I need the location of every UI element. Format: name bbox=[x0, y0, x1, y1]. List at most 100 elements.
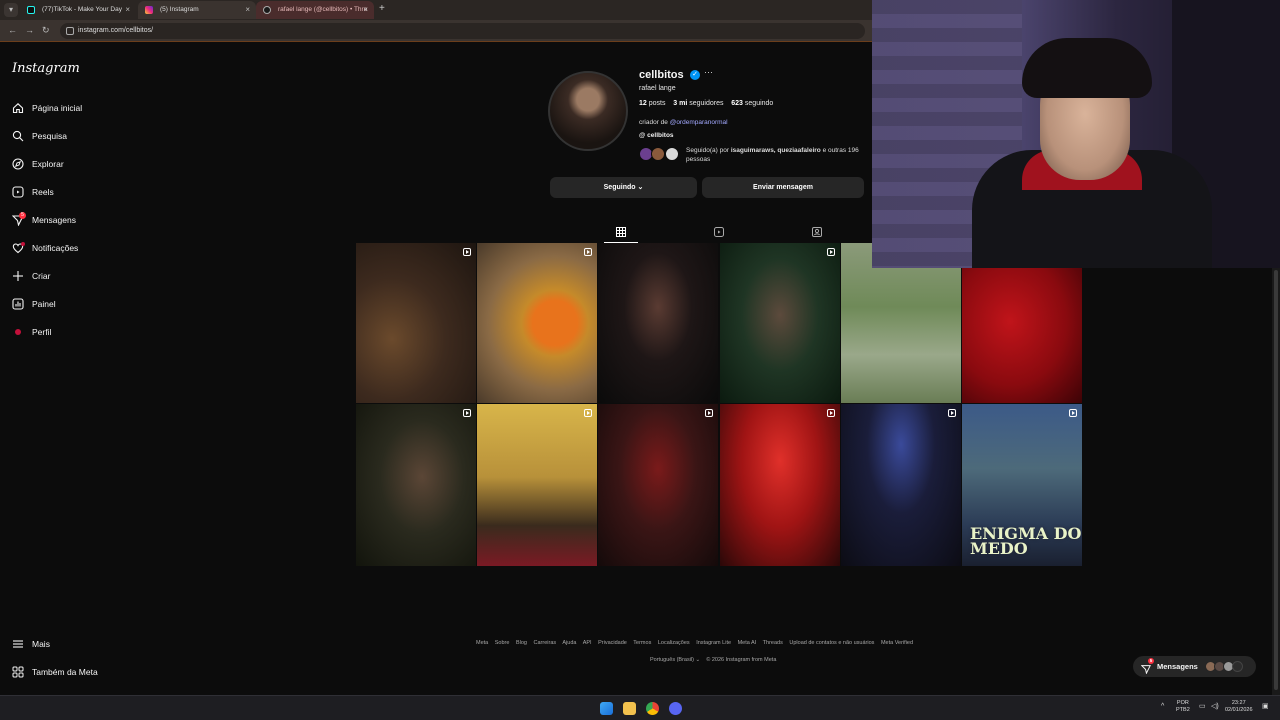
sidebar-item-create[interactable]: Criar bbox=[10, 267, 140, 285]
footer-link[interactable]: Meta bbox=[476, 640, 488, 646]
chevron-down-icon: ⌄ bbox=[637, 184, 644, 191]
footer-link[interactable]: Meta AI bbox=[738, 640, 757, 646]
page-scrollbar[interactable] bbox=[1272, 268, 1280, 695]
bio-mention-link[interactable]: @ordemparanormal bbox=[670, 119, 728, 126]
site-info-icon[interactable] bbox=[66, 27, 74, 35]
sidebar-item-also-from-meta[interactable]: Também da Meta bbox=[10, 663, 140, 681]
following-button[interactable]: Seguindo ⌄ bbox=[550, 177, 697, 198]
reel-indicator-icon bbox=[827, 248, 835, 256]
close-icon[interactable]: × bbox=[125, 1, 130, 19]
reel-indicator-icon bbox=[948, 409, 956, 417]
notification-dot bbox=[21, 242, 25, 246]
sidebar-item-search[interactable]: Pesquisa bbox=[10, 127, 140, 145]
sidebar-item-profile[interactable]: Perfil bbox=[10, 323, 140, 341]
footer-link[interactable]: Ajuda bbox=[562, 640, 576, 646]
tab-instagram[interactable]: (5) Instagram × bbox=[138, 1, 256, 19]
post-thumbnail[interactable] bbox=[720, 243, 840, 403]
footer-link[interactable]: Localizações bbox=[658, 640, 690, 646]
input-language[interactable]: POR PTB2 bbox=[1176, 700, 1190, 714]
footer-link[interactable]: Blog bbox=[516, 640, 527, 646]
footer-link[interactable]: Carreiras bbox=[534, 640, 557, 646]
footer-link[interactable]: Termos bbox=[633, 640, 651, 646]
footer-link[interactable]: Threads bbox=[763, 640, 783, 646]
tab-threads[interactable]: rafael lange (@cellbitos) • Thre × bbox=[256, 1, 374, 19]
recent-contacts-avatars bbox=[1205, 661, 1250, 672]
url-text: instagram.com/cellbitos/ bbox=[78, 27, 154, 34]
reel-indicator-icon bbox=[827, 409, 835, 417]
discord-icon[interactable] bbox=[669, 702, 682, 715]
footer-link[interactable]: Instagram Lite bbox=[696, 640, 731, 646]
post-thumbnail[interactable] bbox=[962, 267, 1082, 403]
sidebar-item-notifications[interactable]: Notificações bbox=[10, 239, 140, 257]
sidebar-item-more[interactable]: Mais bbox=[10, 635, 140, 653]
avatar bbox=[665, 147, 679, 161]
sidebar-item-messages[interactable]: 5 Mensagens bbox=[10, 211, 140, 229]
scrollbar-thumb[interactable] bbox=[1274, 270, 1278, 690]
post-thumbnail[interactable] bbox=[477, 243, 597, 403]
threads-favicon-icon bbox=[263, 6, 271, 14]
forward-arrow-icon[interactable]: → bbox=[25, 25, 34, 35]
footer-link[interactable]: Sobre bbox=[495, 640, 510, 646]
post-thumbnail[interactable] bbox=[356, 243, 476, 403]
windows-start-icon[interactable] bbox=[600, 702, 613, 715]
tab-reels[interactable] bbox=[714, 224, 728, 238]
close-icon[interactable]: × bbox=[363, 1, 368, 19]
footer-link[interactable]: Meta Verified bbox=[881, 640, 913, 646]
volume-icon[interactable]: ◁) bbox=[1211, 703, 1219, 710]
network-icon[interactable]: ▭ bbox=[1199, 703, 1206, 710]
tab-search-button[interactable]: ▾ bbox=[4, 3, 18, 17]
reel-indicator-icon bbox=[705, 409, 713, 417]
sidebar-item-dashboard[interactable]: Painel bbox=[10, 295, 140, 313]
more-options-icon[interactable]: ··· bbox=[704, 67, 713, 77]
profile-avatar[interactable] bbox=[548, 71, 628, 151]
messages-floating-button[interactable]: 5 Mensagens bbox=[1133, 656, 1256, 677]
new-tab-button[interactable]: + bbox=[379, 3, 385, 14]
sidebar: Instagram Página inicial Pesquisa Explor… bbox=[0, 43, 150, 695]
posts-grid: ENIGMA DO MEDO bbox=[356, 243, 1083, 566]
post-thumbnail[interactable] bbox=[720, 404, 840, 566]
language-select[interactable]: Português (Brasil) ⌄ bbox=[650, 657, 700, 663]
tab-posts-grid[interactable] bbox=[604, 224, 638, 243]
post-thumbnail[interactable] bbox=[356, 404, 476, 566]
clock[interactable]: 23:27 02/01/2026 bbox=[1225, 700, 1253, 714]
profile-username: cellbitos bbox=[639, 69, 684, 81]
footer-link[interactable]: Upload de contatos e não usuários bbox=[789, 640, 874, 646]
instagram-logo[interactable]: Instagram bbox=[12, 61, 80, 76]
post-thumbnail[interactable] bbox=[477, 404, 597, 566]
post-thumbnail[interactable] bbox=[841, 404, 961, 566]
home-icon bbox=[12, 102, 24, 114]
sidebar-item-explore[interactable]: Explorar bbox=[10, 155, 140, 173]
followed-by-text: Seguido(a) por isaguimaraws, queziaafale… bbox=[686, 147, 859, 163]
sidebar-item-label: Painel bbox=[32, 299, 56, 309]
send-message-button[interactable]: Enviar mensagem bbox=[702, 177, 864, 198]
followers-stat[interactable]: 3 mi seguidores bbox=[673, 100, 723, 107]
back-arrow-icon[interactable]: ← bbox=[8, 25, 17, 35]
sidebar-item-reels[interactable]: Reels bbox=[10, 183, 140, 201]
threads-icon: @ bbox=[639, 132, 646, 139]
notification-bell-icon[interactable]: ▣ bbox=[1262, 703, 1269, 710]
threads-link[interactable]: @ cellbitos bbox=[639, 132, 674, 139]
post-thumbnail[interactable] bbox=[598, 404, 718, 566]
file-explorer-icon[interactable] bbox=[623, 702, 636, 715]
chrome-icon[interactable] bbox=[646, 702, 659, 715]
sidebar-item-label: Notificações bbox=[32, 243, 79, 253]
sidebar-item-label: Mais bbox=[32, 639, 50, 649]
unread-badge: 5 bbox=[1148, 658, 1154, 664]
close-icon[interactable]: × bbox=[245, 1, 250, 19]
following-stat[interactable]: 623 seguindo bbox=[731, 100, 773, 107]
reel-indicator-icon bbox=[1069, 409, 1077, 417]
footer-link[interactable]: Privacidade bbox=[598, 640, 627, 646]
footer-link[interactable]: API bbox=[583, 640, 592, 646]
tab-tagged[interactable] bbox=[812, 224, 826, 238]
post-thumbnail[interactable]: ENIGMA DO MEDO bbox=[962, 404, 1082, 566]
url-field[interactable]: instagram.com/cellbitos/ bbox=[60, 23, 865, 39]
reload-icon[interactable]: ↻ bbox=[42, 25, 50, 36]
tab-tiktok[interactable]: (77)TikTok - Make Your Day × bbox=[20, 1, 136, 19]
profile-full-name: rafael lange bbox=[639, 85, 676, 92]
sidebar-item-home[interactable]: Página inicial bbox=[10, 99, 140, 117]
tab-title: (5) Instagram bbox=[160, 6, 199, 13]
tray-overflow-chevron-icon[interactable]: ^ bbox=[1161, 703, 1164, 710]
posts-stat: 12 posts bbox=[639, 100, 666, 107]
post-thumbnail[interactable] bbox=[598, 243, 718, 403]
messages-pill-label: Mensagens bbox=[1157, 662, 1198, 671]
